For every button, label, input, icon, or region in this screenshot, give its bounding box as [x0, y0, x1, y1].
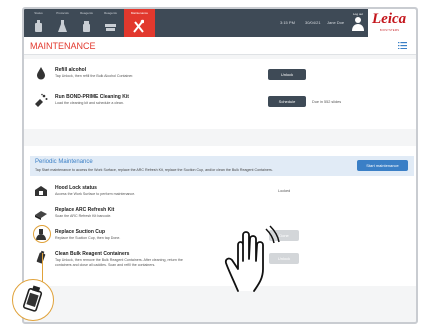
date-display: 30/04/21 — [305, 20, 321, 25]
task-description: Tap Unlock, then refill the Bulk Alcohol… — [55, 74, 134, 78]
task-row-refill-alcohol: Refill alcohol Tap Unlock, then refill t… — [24, 64, 416, 84]
reagent-bottle-icon — [35, 20, 42, 32]
callout-magnified-icon — [12, 279, 54, 321]
slide-tray-icon — [105, 24, 116, 31]
periodic-title: Periodic Maintenance — [35, 159, 93, 165]
periodic-maintenance-header: Periodic Maintenance Tap Start maintenan… — [30, 156, 414, 176]
item-description: Access the Work Surface to perform maint… — [55, 192, 136, 196]
brand-logo: Leica BIOSYSTEMS — [368, 9, 416, 37]
nav-tab-protocols[interactable]: Protocols — [52, 9, 73, 37]
flask-icon — [58, 20, 67, 32]
cleaning-kit-icon — [35, 93, 48, 107]
start-maintenance-button[interactable]: Start maintenance — [357, 160, 408, 171]
logo-subtitle: BIOSYSTEMS — [380, 29, 400, 32]
logout-button[interactable]: Log out — [350, 12, 366, 36]
callout-highlight-ring — [33, 225, 51, 243]
page-header: MAINTENANCE — [24, 37, 416, 55]
hand-pointer-icon — [224, 225, 280, 292]
nav-tab-status[interactable]: Status — [28, 9, 49, 37]
item-title: Replace ARC Refresh Kit — [55, 207, 115, 213]
schedule-button[interactable]: Schedule — [268, 96, 306, 107]
page-title: MAINTENANCE — [30, 41, 96, 51]
user-name: Jane Doe — [327, 20, 345, 25]
item-description: Scan the ARC Refresh Kit barcode. — [55, 214, 112, 218]
hood-lock-status: Locked — [278, 189, 291, 193]
item-title: Replace Suction Cup — [55, 229, 106, 235]
top-nav-bar: Status Protocols Reagents Reagents Maint… — [24, 9, 416, 37]
item-description-line2: containers and close all caddies. Scan a… — [55, 263, 156, 267]
task-title: Run BOND-PRIME Cleaning Kit — [55, 94, 129, 100]
arc-kit-row: Replace ARC Refresh Kit Scan the ARC Ref… — [24, 204, 416, 224]
nav-tab-reagents-2[interactable]: Reagents — [100, 9, 121, 37]
tools-icon — [133, 19, 144, 33]
due-note: Due in 552 slides — [312, 100, 342, 104]
item-title: Hood Lock status — [55, 185, 97, 191]
nav-tab-label: Maintenance — [130, 11, 149, 15]
routine-tasks-panel: Refill alcohol Tap Unlock, then refill t… — [24, 59, 416, 129]
task-description: Load the cleaning kit and schedule a cle… — [55, 101, 124, 105]
task-row-cleaning-kit: Run BOND-PRIME Cleaning Kit Load the cle… — [24, 91, 416, 111]
arc-kit-icon — [35, 211, 47, 220]
nav-tab-label: Status — [34, 11, 43, 15]
time-display: 3:15 PM — [280, 20, 295, 25]
alcohol-drop-icon — [37, 67, 45, 80]
bottle-icon — [83, 21, 90, 32]
unlock-alcohol-button[interactable]: Unlock — [268, 69, 306, 80]
item-description: Tap Unlock, then remove the Bulk Reagent… — [55, 258, 183, 262]
task-title: Refill alcohol — [55, 67, 87, 73]
reagent-container-icon — [22, 285, 43, 312]
menu-icon[interactable] — [398, 42, 407, 49]
item-description: Replace the Suction Cup, then tap Done. — [55, 236, 121, 240]
nav-tab-reagents[interactable]: Reagents — [76, 9, 97, 37]
logo-text: Leica — [372, 11, 407, 27]
nav-tab-label: Reagents — [104, 11, 117, 15]
hood-lock-row: Hood Lock status Access the Work Surface… — [24, 182, 416, 202]
user-icon — [352, 17, 364, 31]
item-title: Clean Bulk Reagent Containers — [55, 251, 130, 257]
nav-tab-maintenance[interactable]: Maintenance — [124, 9, 155, 37]
hood-lock-icon — [35, 186, 47, 196]
reagent-container-icon — [36, 250, 46, 264]
nav-tab-label: Reagents — [80, 11, 93, 15]
periodic-description: Tap Start maintenance to access the Work… — [35, 168, 273, 172]
nav-tab-label: Protocols — [56, 11, 69, 15]
